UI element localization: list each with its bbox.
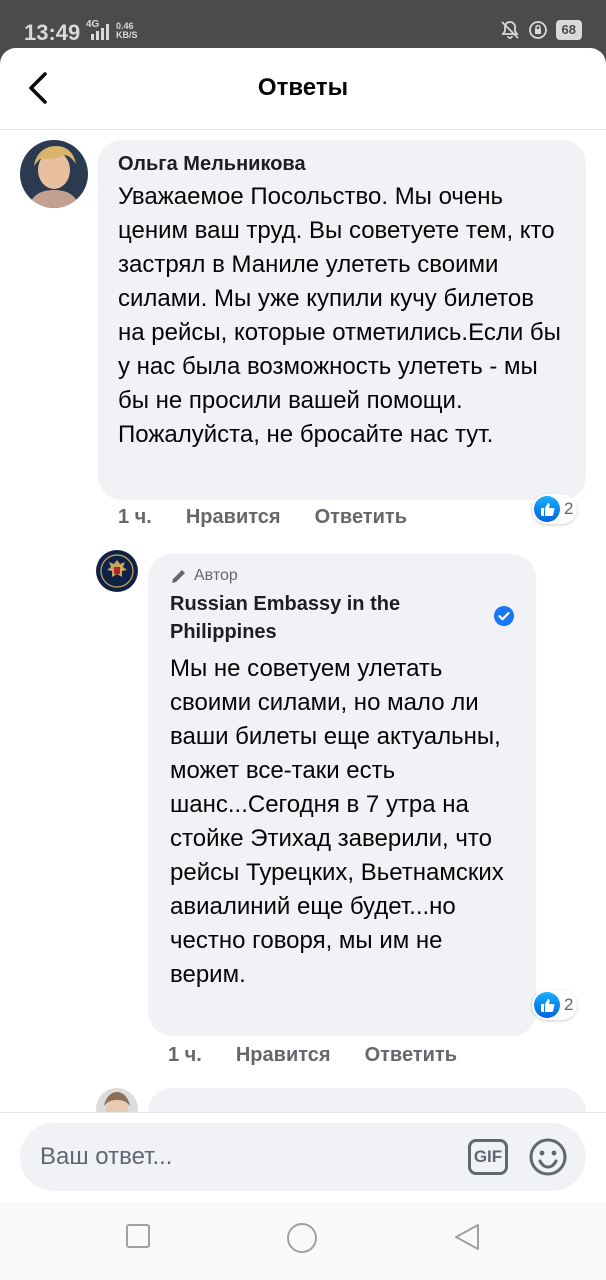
reply-input[interactable]: Ваш ответ... GIF <box>20 1123 586 1191</box>
replies-sheet: Ответы Ольга Мельникова Уважаемое Посоль… <box>0 48 606 1280</box>
comment-author[interactable]: Russian Embassy in the Philippines <box>170 590 450 646</box>
recent-apps-icon[interactable] <box>124 1222 152 1250</box>
pencil-icon <box>172 570 185 583</box>
like-reaction-icon <box>534 496 560 522</box>
verified-badge-icon <box>494 606 514 626</box>
like-reaction-icon <box>534 992 560 1018</box>
embassy-emblem-icon <box>96 550 138 592</box>
reply-composer: Ваш ответ... GIF <box>0 1112 606 1202</box>
comment-bubble[interactable]: Ольга Мельникова Уважаемое Посольство. М… <box>98 140 586 500</box>
like-button[interactable]: Нравится <box>236 1044 331 1067</box>
data-saver-icon <box>528 21 547 39</box>
comment-actions: 1 ч. Нравится Ответить <box>118 506 441 529</box>
avatar[interactable] <box>96 550 138 592</box>
reaction-count: 2 <box>564 499 574 518</box>
reaction-summary[interactable]: 2 <box>532 990 578 1020</box>
comment-author[interactable]: Ольга Мельникова <box>118 152 566 176</box>
comment-bubble[interactable]: Автор Russian Embassy in the Philippines… <box>148 554 536 1036</box>
author-badge-label: Автор <box>194 567 238 584</box>
reaction-summary[interactable]: 2 <box>532 494 578 524</box>
reply-placeholder: Ваш ответ... <box>40 1143 173 1170</box>
reply-button[interactable]: Ответить <box>365 1044 457 1067</box>
comment-text: Уважаемое Посольство. Мы очень ценим ваш… <box>118 183 561 448</box>
status-time: 13:49 <box>24 20 81 45</box>
back-nav-icon[interactable] <box>452 1222 482 1252</box>
like-button[interactable]: Нравится <box>186 506 281 529</box>
bell-muted-icon <box>500 21 519 39</box>
gif-button[interactable]: GIF <box>468 1139 508 1175</box>
system-nav-bar <box>0 1202 606 1280</box>
home-icon[interactable] <box>286 1222 318 1254</box>
user-avatar-icon <box>20 140 88 208</box>
page-title: Ответы <box>257 74 349 101</box>
author-badge: Автор <box>170 566 514 586</box>
status-icons: 68 <box>500 20 582 40</box>
speed-unit: KB/S <box>116 30 138 40</box>
signal-icon <box>91 24 109 40</box>
battery-indicator: 68 <box>555 20 582 40</box>
comment-time: 1 ч. <box>168 1044 202 1066</box>
comment-time: 1 ч. <box>118 506 152 528</box>
header: Ответы <box>0 48 606 130</box>
emoji-icon[interactable] <box>528 1137 568 1177</box>
reply-button[interactable]: Ответить <box>315 506 407 529</box>
comment-text: Мы не советуем улетать своими силами, но… <box>170 655 504 988</box>
network-speed: 0.46 KB/S <box>116 22 138 40</box>
avatar[interactable] <box>20 140 88 208</box>
comment-actions: 1 ч. Нравится Ответить <box>168 1044 491 1067</box>
reaction-count: 2 <box>564 995 574 1014</box>
